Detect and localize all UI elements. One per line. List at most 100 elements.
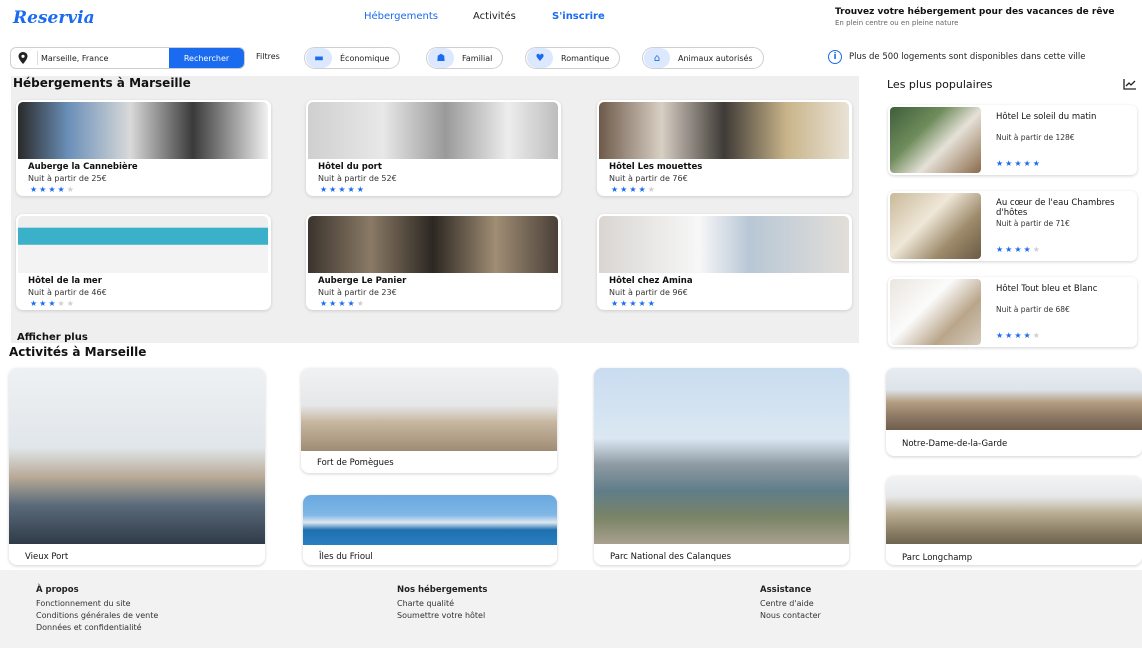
footer-link[interactable]: Charte qualité — [397, 599, 454, 608]
lodging-price: Nuit à partir de 25€ — [28, 174, 107, 183]
lodging-name: Hôtel du port — [318, 162, 382, 172]
activity-card[interactable]: Notre-Dame-de-la-Garde — [886, 368, 1142, 456]
rating-stars: ★ ★ ★ ★ ★ — [30, 300, 74, 308]
lodging-image — [308, 102, 558, 159]
activity-image — [594, 368, 849, 544]
star-icon: ★ — [57, 185, 65, 194]
rating-stars: ★ ★ ★ ★ ★ — [996, 332, 1040, 340]
trending-chart-icon — [1123, 79, 1136, 90]
star-icon: ★ — [996, 245, 1004, 254]
lodging-card[interactable]: Hôtel du port Nuit à partir de 52€ ★ ★ ★ ★ ★ — [306, 100, 561, 196]
star-icon: ★ — [356, 185, 364, 194]
star-icon: ★ — [329, 185, 337, 194]
star-icon: ★ — [611, 185, 619, 194]
lodging-card[interactable]: Hôtel Les mouettes Nuit à partir de 76€ … — [597, 100, 852, 196]
popular-price: Nuit à partir de 128€ — [996, 133, 1075, 142]
rating-stars: ★ ★ ★ ★ ★ — [30, 186, 74, 194]
logo[interactable]: Reservia — [13, 8, 95, 28]
footer-link[interactable]: Centre d'aide — [760, 599, 814, 608]
popular-card[interactable]: Au cœur de l'eau Chambres d'hôtes Nuit à… — [888, 191, 1137, 261]
star-icon: ★ — [620, 299, 628, 308]
rating-stars: ★ ★ ★ ★ ★ — [320, 186, 364, 194]
star-icon: ★ — [1032, 159, 1040, 168]
star-icon: ★ — [1005, 245, 1013, 254]
popular-name: Au cœur de l'eau Chambres d'hôtes — [996, 198, 1115, 218]
star-icon: ★ — [39, 185, 47, 194]
lodging-card[interactable]: Hôtel de la mer Nuit à partir de 46€ ★ ★ ★… — [16, 214, 271, 310]
activity-card[interactable]: Parc National des Calanques — [594, 368, 849, 565]
activity-name: Vieux Port — [25, 552, 69, 562]
footer-link[interactable]: Fonctionnement du site — [36, 599, 131, 608]
footer-link[interactable]: Soumettre votre hôtel — [397, 611, 485, 620]
star-icon: ★ — [1023, 245, 1031, 254]
activity-name: Parc Longchamp — [902, 553, 973, 563]
star-icon: ★ — [620, 185, 628, 194]
footer-link[interactable]: Conditions générales de vente — [36, 611, 158, 620]
lodging-card[interactable]: Auberge Le Panier Nuit à partir de 23€ ★… — [306, 214, 561, 310]
star-icon: ★ — [1014, 331, 1022, 340]
footer-link[interactable]: Nous contacter — [760, 611, 821, 620]
star-icon: ★ — [66, 299, 74, 308]
nav-hebergements[interactable]: Hébergements — [364, 11, 438, 22]
nav-sinscrire[interactable]: S'inscrire — [552, 11, 605, 22]
star-icon: ★ — [1032, 331, 1040, 340]
popular-name: Hôtel Le soleil du matin — [996, 112, 1097, 122]
activity-image — [886, 476, 1142, 544]
footer-heading: Nos hébergements — [397, 585, 488, 595]
star-icon: ★ — [66, 185, 74, 194]
heart-icon: ♥ — [527, 48, 553, 68]
search-input[interactable] — [41, 48, 171, 68]
pet-icon: ⌂ — [644, 48, 670, 68]
activity-image — [301, 368, 557, 451]
popular-image — [890, 279, 981, 345]
filter-romantique[interactable]: ♥ Romantique — [525, 47, 621, 69]
lodging-image — [18, 102, 268, 159]
popular-card[interactable]: Hôtel Tout bleu et Blanc Nuit à partir d… — [888, 277, 1137, 347]
filter-familial[interactable]: ☗ Familial — [426, 47, 504, 69]
money-icon: ▬ — [306, 48, 332, 68]
lodging-name: Auberge la Cannebière — [28, 162, 138, 172]
star-icon: ★ — [611, 299, 619, 308]
filters-label: Filtres — [256, 52, 280, 61]
activity-name: Îles du Frioul — [319, 552, 373, 562]
star-icon: ★ — [647, 185, 655, 194]
star-icon: ★ — [39, 299, 47, 308]
star-icon: ★ — [48, 185, 56, 194]
activity-card[interactable]: Vieux Port — [9, 368, 265, 565]
lodging-price: Nuit à partir de 96€ — [609, 288, 688, 297]
star-icon: ★ — [1014, 159, 1022, 168]
star-icon: ★ — [338, 299, 346, 308]
lodging-name: Hôtel chez Amina — [609, 276, 693, 286]
star-icon: ★ — [1023, 159, 1031, 168]
activity-card[interactable]: Parc Longchamp — [886, 476, 1142, 565]
activity-name: Fort de Pomègues — [317, 458, 394, 468]
filter-label: Familial — [462, 53, 493, 63]
activity-card[interactable]: Îles du Frioul — [303, 495, 557, 565]
filter-label: Économique — [340, 53, 390, 63]
star-icon: ★ — [320, 185, 328, 194]
show-more-link[interactable]: Afficher plus — [17, 332, 88, 343]
star-icon: ★ — [57, 299, 65, 308]
footer-heading: Assistance — [760, 585, 812, 595]
popular-title: Les plus populaires — [887, 78, 993, 91]
star-icon: ★ — [347, 299, 355, 308]
activity-card[interactable]: Fort de Pomègues — [301, 368, 557, 473]
filter-animaux[interactable]: ⌂ Animaux autorisés — [642, 47, 764, 69]
star-icon: ★ — [1014, 245, 1022, 254]
footer-link[interactable]: Données et confidentialité — [36, 623, 142, 632]
star-icon: ★ — [996, 331, 1004, 340]
filter-economique[interactable]: ▬ Économique — [304, 47, 401, 69]
lodging-image — [599, 102, 849, 159]
search-divider — [37, 51, 38, 65]
lodging-card[interactable]: Hôtel chez Amina Nuit à partir de 96€ ★ ★… — [597, 214, 852, 310]
star-icon: ★ — [30, 185, 38, 194]
nav-activites[interactable]: Activités — [473, 11, 516, 22]
search-button[interactable]: Rechercher — [169, 48, 244, 68]
star-icon: ★ — [638, 299, 646, 308]
rating-stars: ★ ★ ★ ★ ★ — [996, 160, 1040, 168]
lodging-card[interactable]: Auberge la Cannebière Nuit à partir de 2… — [16, 100, 271, 196]
rating-stars: ★ ★ ★ ★ ★ — [320, 300, 364, 308]
lodging-price: Nuit à partir de 76€ — [609, 174, 688, 183]
popular-card[interactable]: Hôtel Le soleil du matin Nuit à partir d… — [888, 105, 1137, 175]
rating-stars: ★ ★ ★ ★ ★ — [611, 186, 655, 194]
